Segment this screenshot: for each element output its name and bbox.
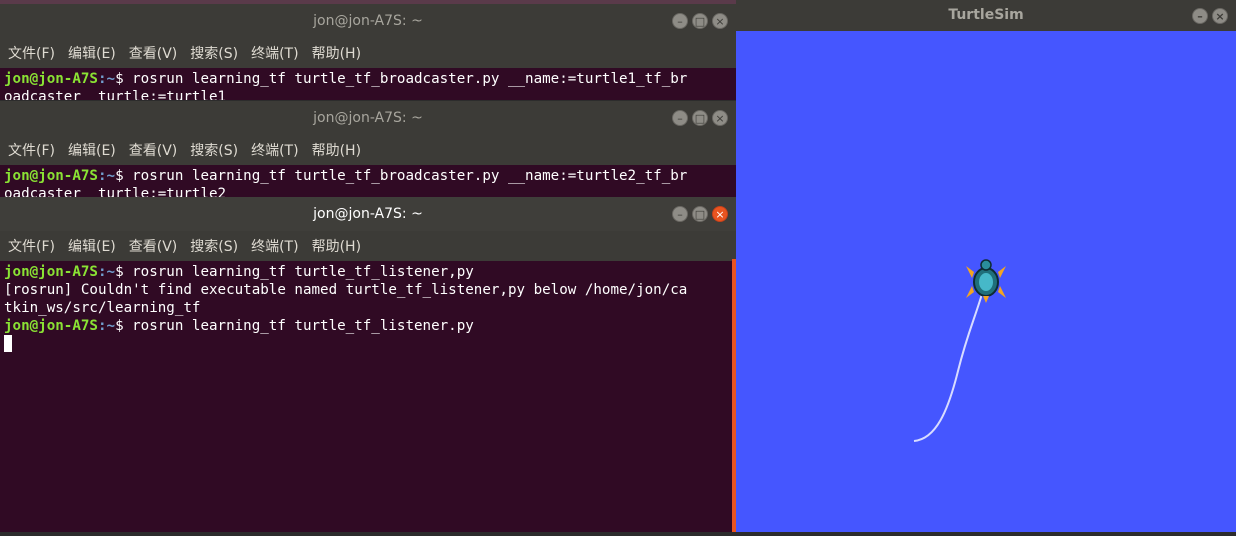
terminal-1-menubar: 文件(F) 编辑(E) 查看(V) 搜索(S) 终端(T) 帮助(H) bbox=[0, 38, 736, 68]
terminal-1-output[interactable]: jon@jon-A7S:~$ rosrun learning_tf turtle… bbox=[0, 68, 736, 100]
prompt-user: jon@jon-A7S bbox=[4, 168, 98, 184]
prompt-path: :~ bbox=[97, 71, 116, 87]
menu-search[interactable]: 搜索(S) bbox=[190, 135, 238, 165]
terminal-line: oadcaster _turtle:=turtle2 bbox=[4, 186, 227, 197]
menu-file[interactable]: 文件(F) bbox=[8, 38, 55, 68]
minimize-button[interactable]: – bbox=[672, 206, 688, 222]
terminal-line: [rosrun] Couldn't find executable named … bbox=[4, 282, 688, 298]
command-text: $ rosrun learning_tf turtle_tf_listener,… bbox=[115, 264, 474, 280]
menu-edit[interactable]: 编辑(E) bbox=[68, 231, 116, 261]
turtlesim-drawing bbox=[913, 259, 1006, 442]
close-button[interactable]: × bbox=[712, 110, 728, 126]
close-button[interactable]: × bbox=[1212, 8, 1228, 24]
window-title: TurtleSim bbox=[948, 7, 1024, 23]
maximize-button[interactable]: □ bbox=[692, 13, 708, 29]
terminal-window-2[interactable]: jon@jon-A7S: ~ – □ × 文件(F) 编辑(E) 查看(V) 搜… bbox=[0, 101, 736, 197]
menu-view[interactable]: 查看(V) bbox=[129, 231, 178, 261]
close-button[interactable]: × bbox=[712, 206, 728, 222]
menu-view[interactable]: 查看(V) bbox=[129, 135, 178, 165]
window-title: jon@jon-A7S: ~ bbox=[313, 13, 423, 29]
menu-search[interactable]: 搜索(S) bbox=[190, 38, 238, 68]
menu-terminal[interactable]: 终端(T) bbox=[251, 135, 298, 165]
command-text: $ rosrun learning_tf turtle_tf_listener.… bbox=[115, 318, 474, 334]
menu-search[interactable]: 搜索(S) bbox=[190, 231, 238, 261]
prompt-path: :~ bbox=[97, 318, 116, 334]
terminal-line: jon@jon-A7S:~$ rosrun learning_tf turtle… bbox=[4, 167, 736, 185]
turtlesim-window[interactable]: TurtleSim – × bbox=[736, 0, 1236, 532]
menu-file[interactable]: 文件(F) bbox=[8, 231, 55, 261]
prompt-path: :~ bbox=[97, 168, 116, 184]
terminal-2-output[interactable]: jon@jon-A7S:~$ rosrun learning_tf turtle… bbox=[0, 165, 736, 197]
menu-terminal[interactable]: 终端(T) bbox=[251, 231, 298, 261]
minimize-button[interactable]: – bbox=[672, 13, 688, 29]
terminal-line: tkin_ws/src/learning_tf bbox=[4, 300, 201, 316]
prompt-user: jon@jon-A7S bbox=[4, 71, 98, 87]
terminal-3-titlebar[interactable]: jon@jon-A7S: ~ – □ × bbox=[0, 197, 736, 231]
terminal-3-menubar: 文件(F) 编辑(E) 查看(V) 搜索(S) 终端(T) 帮助(H) bbox=[0, 231, 736, 261]
minimize-button[interactable]: – bbox=[1192, 8, 1208, 24]
terminal-2-titlebar[interactable]: jon@jon-A7S: ~ – □ × bbox=[0, 101, 736, 135]
menu-terminal[interactable]: 终端(T) bbox=[251, 38, 298, 68]
menu-view[interactable]: 查看(V) bbox=[129, 38, 178, 68]
turtle-trail bbox=[913, 286, 985, 442]
maximize-button[interactable]: □ bbox=[692, 206, 708, 222]
terminal-window-3[interactable]: jon@jon-A7S: ~ – □ × 文件(F) 编辑(E) 查看(V) 搜… bbox=[0, 197, 736, 532]
terminal-2-menubar: 文件(F) 编辑(E) 查看(V) 搜索(S) 终端(T) 帮助(H) bbox=[0, 135, 736, 165]
terminal-line bbox=[4, 335, 736, 353]
prompt-user: jon@jon-A7S bbox=[4, 318, 98, 334]
command-text: $ rosrun learning_tf turtle_tf_broadcast… bbox=[115, 71, 688, 87]
menu-edit[interactable]: 编辑(E) bbox=[68, 38, 116, 68]
prompt-path: :~ bbox=[97, 264, 116, 280]
terminal-window-1[interactable]: jon@jon-A7S: ~ – □ × 文件(F) 编辑(E) 查看(V) 搜… bbox=[0, 4, 736, 100]
turtle-sprite-icon bbox=[966, 259, 1006, 303]
window-title: jon@jon-A7S: ~ bbox=[313, 110, 423, 126]
menu-help[interactable]: 帮助(H) bbox=[312, 135, 361, 165]
close-button[interactable]: × bbox=[712, 13, 728, 29]
terminal-line: oadcaster _turtle:=turtle1 bbox=[4, 89, 227, 100]
terminal-3-output[interactable]: jon@jon-A7S:~$ rosrun learning_tf turtle… bbox=[0, 261, 736, 353]
prompt-user: jon@jon-A7S bbox=[4, 264, 98, 280]
minimize-button[interactable]: – bbox=[672, 110, 688, 126]
window-title: jon@jon-A7S: ~ bbox=[313, 206, 423, 222]
terminal-line: jon@jon-A7S:~$ rosrun learning_tf turtle… bbox=[4, 263, 736, 281]
menu-file[interactable]: 文件(F) bbox=[8, 135, 55, 165]
text-cursor bbox=[4, 335, 12, 352]
maximize-button[interactable]: □ bbox=[692, 110, 708, 126]
terminal-line: jon@jon-A7S:~$ rosrun learning_tf turtle… bbox=[4, 317, 736, 335]
turtlesim-canvas bbox=[736, 31, 1236, 532]
terminal-1-titlebar[interactable]: jon@jon-A7S: ~ – □ × bbox=[0, 4, 736, 38]
command-text: $ rosrun learning_tf turtle_tf_broadcast… bbox=[115, 168, 688, 184]
turtlesim-titlebar[interactable]: TurtleSim – × bbox=[736, 0, 1236, 31]
menu-help[interactable]: 帮助(H) bbox=[312, 38, 361, 68]
menu-help[interactable]: 帮助(H) bbox=[312, 231, 361, 261]
menu-edit[interactable]: 编辑(E) bbox=[68, 135, 116, 165]
terminal-line: jon@jon-A7S:~$ rosrun learning_tf turtle… bbox=[4, 70, 736, 88]
